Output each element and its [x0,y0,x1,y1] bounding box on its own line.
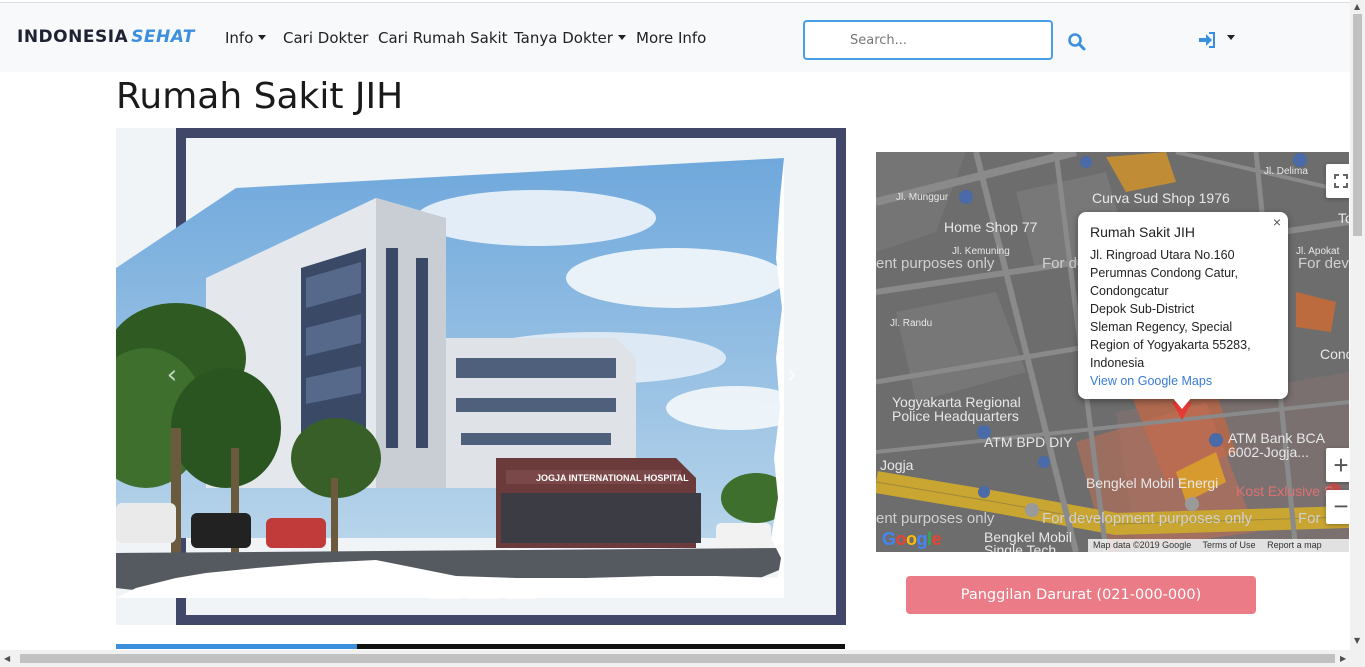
brand-part-1: INDONESIA [17,27,129,47]
scrollbar-thumb[interactable] [20,654,1335,663]
sign-in-icon [1199,32,1215,48]
chevron-left-icon: ‹ [166,360,178,390]
google-map[interactable]: Curva Sud Shop 1976 Jl. Delima Jl. Mungg… [876,152,1349,552]
info-title: Rumah Sakit JIH [1090,224,1196,240]
fullscreen-button[interactable] [1326,164,1349,198]
page-title: Rumah Sakit JIH [116,76,404,117]
search-button[interactable] [1067,32,1089,54]
scrollbar-thumb[interactable] [1353,14,1362,236]
nav-item-label: More Info [636,29,707,47]
map-label: ATM BPD DIY [984,434,1073,450]
report-map-link[interactable]: Report a map [1267,540,1322,550]
map-label: Police Headquarters [892,408,1019,424]
navbar: INDONESIA SEHAT Info Cari Dokter Cari Rum… [0,2,1350,72]
map-dev-watermark: ent purposes only [876,255,995,272]
horizontal-scrollbar[interactable]: ◀ ▶ [0,650,1365,667]
info-address: Jl. Ringroad Utara No.160 Perumnas Condo… [1090,248,1251,370]
nav-item-cari-rumah-sakit[interactable]: Cari Rumah Sakit [378,29,508,47]
nav-item-label: Tanya Dokter [514,29,613,47]
map-label: Jl. Delima [1264,166,1308,177]
map-label: 6002-Jogja... [1228,444,1309,460]
hospital-photo: JOGJA INTERNATIONAL HOSPITAL [116,158,784,598]
map-info-window: × Rumah Sakit JIH Jl. Ringroad Utara No.… [1078,212,1288,399]
carousel-prev-button[interactable]: ‹ [152,360,192,390]
search-input[interactable] [803,20,1053,60]
hospital-carousel: JOGJA INTERNATIONAL HOSPITAL ‹ › [116,128,846,625]
carousel-next-button[interactable]: › [772,360,812,390]
nav-item-more-info[interactable]: More Info [636,29,706,47]
nav-item-label: Cari Dokter [283,29,369,47]
scroll-up-icon[interactable]: ▲ [1354,2,1360,11]
carousel-indicator[interactable] [430,596,460,599]
progress-fill [116,644,357,649]
scroll-down-icon[interactable]: ▼ [1354,636,1360,645]
fullscreen-icon [1334,174,1348,188]
nav-item-label: Info [225,29,254,47]
nav-item-tanya-dokter[interactable]: Tanya Dokter [514,29,626,47]
map-label: Curva Sud Shop 1976 [1092,190,1230,206]
login-dropdown[interactable] [1198,31,1238,51]
nav-item-cari-dokter[interactable]: Cari Dokter [283,29,368,47]
carousel-indicator[interactable] [468,596,498,599]
map-label: Kost Exlusive S [1236,483,1334,499]
carousel-progress-bar [116,644,845,649]
map-label: Single Tech [984,542,1057,552]
map-data-text: Map data ©2019 Google [1093,540,1192,550]
frame-border [176,128,846,138]
google-logo: Google [882,529,942,549]
map-label: Conc [1320,346,1349,362]
map-label: To [1338,210,1349,226]
caret-down-icon [258,35,267,40]
search-icon [1068,33,1086,51]
scroll-left-icon[interactable]: ◀ [4,654,10,663]
chevron-right-icon: › [786,360,798,390]
hospital-sign: JOGJA INTERNATIONAL HOSPITAL [536,473,689,483]
map-label: Jogja [880,457,914,473]
view-on-google-maps-link[interactable]: View on Google Maps [1090,372,1276,390]
caret-down-icon [1227,35,1235,40]
map-dev-watermark: For [1298,510,1321,527]
map-label: Jl. Randu [890,318,933,329]
scroll-right-icon[interactable]: ▶ [1340,654,1346,663]
info-window-tail [1172,397,1192,409]
map-attribution: Map data ©2019 Google Terms of Use Repor… [1088,539,1349,552]
close-icon[interactable]: × [1273,214,1281,230]
frame-border [836,128,846,625]
page: INDONESIA SEHAT Info Cari Dokter Cari Rum… [0,0,1365,667]
map-label: Home Shop 77 [944,219,1038,235]
zoom-out-button[interactable]: − [1326,490,1349,524]
brand-logo[interactable]: INDONESIA SEHAT [17,27,195,47]
map-label: Jl. Munggur [896,192,949,203]
emergency-call-button[interactable]: Panggilan Darurat (021-000-000) [906,576,1256,614]
nav-item-label: Cari Rumah Sakit [378,29,508,47]
terms-of-use-link[interactable]: Terms of Use [1203,540,1256,550]
vertical-scrollbar[interactable]: ▲ ▼ [1350,0,1365,650]
map-dev-watermark: For dev [1298,255,1349,272]
carousel-indicator[interactable] [506,596,536,599]
nav-item-info[interactable]: Info [225,29,267,47]
caret-down-icon [617,35,626,40]
brand-part-2: SEHAT [131,27,195,47]
zoom-in-button[interactable]: + [1326,448,1349,482]
map-dev-watermark: For development purposes only [1042,510,1253,527]
map-label: Bengkel Mobil Energi [1086,475,1219,491]
map-dev-watermark: ent purposes only [876,510,995,527]
frame-border [176,615,846,625]
